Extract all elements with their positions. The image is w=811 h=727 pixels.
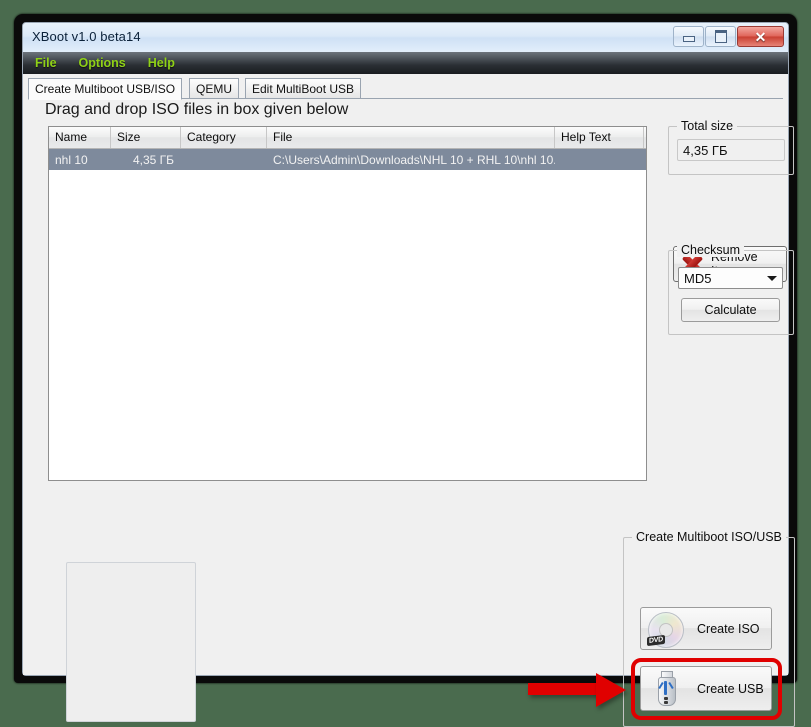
annotation-arrow (528, 672, 633, 707)
calculate-button[interactable]: Calculate (681, 298, 780, 322)
window-title: XBoot v1.0 beta14 (32, 29, 141, 44)
column-header-name[interactable]: Name (49, 127, 111, 148)
maximize-button[interactable] (705, 26, 736, 47)
dvd-disc-icon: DVD (645, 611, 687, 648)
tab-edit-multiboot-usb[interactable]: Edit MultiBoot USB (245, 78, 362, 98)
cell-size: 4,35 ГБ (132, 152, 174, 167)
title-bar[interactable]: XBoot v1.0 beta14 ✕ (23, 23, 788, 53)
window-body: XBoot v1.0 beta14 ✕ File Options Help Cr… (22, 22, 795, 727)
dvd-icon-label: DVD (647, 634, 665, 646)
preview-panel (66, 562, 196, 722)
table-row[interactable]: nhl 10 4,35 ГБ C:\Users\Admin\Downloads\… (49, 149, 646, 170)
checksum-label: Checksum (677, 243, 745, 257)
calculate-label: Calculate (704, 303, 757, 317)
column-header-help-text[interactable]: Help Text (555, 127, 644, 148)
column-header-file[interactable]: File (267, 127, 555, 148)
window-controls: ✕ (673, 26, 784, 47)
window-frame: XBoot v1.0 beta14 ✕ File Options Help Cr… (14, 14, 797, 727)
column-header-size[interactable]: Size (111, 127, 181, 148)
column-header-category[interactable]: Category (181, 127, 267, 148)
annotation-highlight-ring (631, 658, 782, 720)
total-size-label: Total size (677, 119, 738, 133)
checksum-group: Checksum (668, 243, 794, 335)
close-icon: ✕ (754, 28, 767, 45)
tab-strip: Create Multiboot USB/ISO QEMU Edit Multi… (28, 78, 783, 100)
close-button[interactable]: ✕ (737, 26, 784, 47)
table-header-row: Name Size Category File Help Text (49, 127, 646, 149)
client-area: Create Multiboot USB/ISO QEMU Edit Multi… (23, 74, 795, 727)
iso-list-view[interactable]: Name Size Category File Help Text nhl 10… (48, 126, 647, 481)
total-size-group: Total size 4,35 ГБ (668, 119, 794, 175)
tab-qemu[interactable]: QEMU (189, 78, 239, 98)
create-multiboot-label: Create Multiboot ISO/USB (632, 530, 786, 544)
drag-drop-instruction: Drag and drop ISO files in box given bel… (45, 101, 349, 118)
cell-file: C:\Users\Admin\Downloads\NHL 10 + RHL 10… (273, 152, 555, 167)
minimize-icon (682, 36, 695, 42)
menu-bar: File Options Help (23, 52, 788, 74)
create-iso-button[interactable]: DVD Create ISO (640, 607, 772, 650)
cell-name: nhl 10 (55, 152, 88, 167)
menu-item-options[interactable]: Options (79, 56, 126, 70)
total-size-value: 4,35 ГБ (677, 139, 785, 161)
maximize-icon (714, 30, 727, 43)
tab-create-multiboot[interactable]: Create Multiboot USB/ISO (28, 78, 183, 100)
minimize-button[interactable] (673, 26, 704, 47)
checksum-selected-value: MD5 (684, 271, 712, 286)
menu-item-help[interactable]: Help (148, 56, 175, 70)
menu-item-file[interactable]: File (35, 56, 57, 70)
chevron-down-icon[interactable] (763, 269, 781, 287)
create-iso-label: Create ISO (697, 621, 760, 636)
checksum-select[interactable]: MD5 (678, 267, 783, 289)
